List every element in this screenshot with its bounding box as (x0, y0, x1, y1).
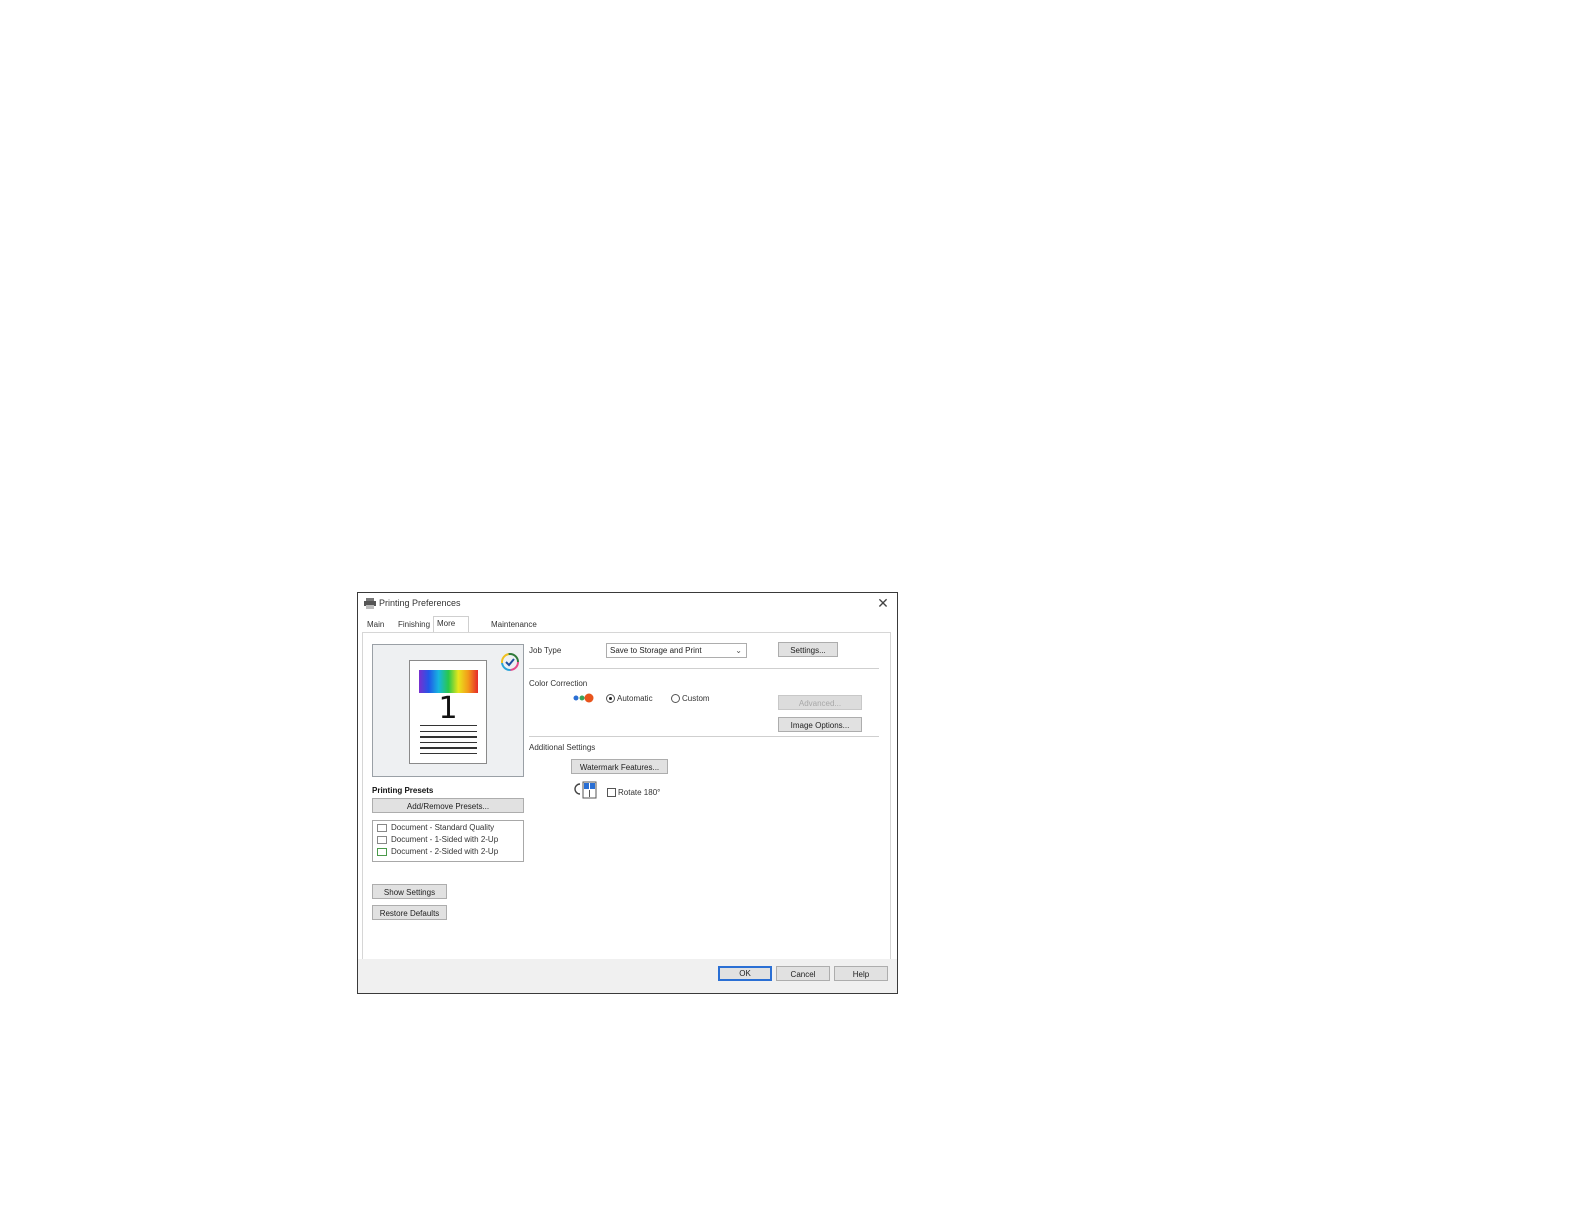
preview-page-number: 1 (438, 691, 458, 726)
printing-presets-heading: Printing Presets (372, 786, 434, 795)
cancel-button[interactable]: Cancel (776, 966, 830, 981)
title-bar: Printing Preferences ✕ (358, 593, 897, 615)
printer-icon (364, 598, 376, 609)
rotate-180-checkbox[interactable] (607, 788, 616, 797)
tab-main[interactable]: Main (364, 618, 387, 632)
dialog-footer: OK Cancel Help (358, 959, 897, 993)
tab-maintenance[interactable]: Maintenance (488, 618, 540, 632)
text-lines (420, 725, 477, 758)
preview-page: 1 (409, 660, 487, 764)
automatic-radio[interactable] (606, 694, 615, 703)
close-icon[interactable]: ✕ (875, 595, 891, 611)
advanced-button[interactable]: Advanced... (778, 695, 862, 710)
window-title: Printing Preferences (379, 598, 461, 608)
ok-button[interactable]: OK (718, 966, 772, 981)
divider (529, 668, 879, 669)
rotate-180-label: Rotate 180° (618, 788, 661, 797)
custom-radio[interactable] (671, 694, 680, 703)
custom-label: Custom (682, 694, 710, 703)
two-sided-icon (377, 847, 387, 856)
tab-finishing[interactable]: Finishing (395, 618, 433, 632)
job-type-label: Job Type (529, 646, 562, 655)
color-bar (419, 670, 478, 693)
more-options-panel: 1 Printing Presets Add/Remove Presets...… (362, 632, 891, 960)
add-remove-presets-button[interactable]: Add/Remove Presets... (372, 798, 524, 813)
document-icon (377, 823, 387, 832)
rotate-page-icon (574, 781, 597, 799)
show-settings-button[interactable]: Show Settings (372, 884, 447, 899)
two-up-icon (377, 835, 387, 844)
color-check-icon (501, 653, 519, 671)
presets-list: Document - Standard Quality Document - 1… (372, 820, 524, 862)
additional-settings-label: Additional Settings (529, 743, 596, 752)
printing-preferences-dialog: Printing Preferences ✕ Main Finishing Mo… (357, 592, 898, 994)
color-correction-label: Color Correction (529, 679, 588, 688)
divider (529, 736, 879, 737)
color-dots-icon (573, 693, 594, 703)
job-type-select[interactable]: Save to Storage and Print ⌄ (606, 643, 747, 658)
automatic-label: Automatic (617, 694, 653, 703)
watermark-features-button[interactable]: Watermark Features... (571, 759, 668, 774)
preset-item[interactable]: Document - Standard Quality (377, 822, 494, 834)
print-preview: 1 (372, 644, 524, 777)
job-settings-button[interactable]: Settings... (778, 642, 838, 657)
chevron-down-icon: ⌄ (735, 646, 742, 655)
image-options-button[interactable]: Image Options... (778, 717, 862, 732)
preset-item[interactable]: Document - 2-Sided with 2-Up (377, 846, 498, 858)
tab-more-options[interactable]: More Options (433, 616, 469, 642)
restore-defaults-button[interactable]: Restore Defaults (372, 905, 447, 920)
help-button[interactable]: Help (834, 966, 888, 981)
preset-item[interactable]: Document - 1-Sided with 2-Up (377, 834, 498, 846)
